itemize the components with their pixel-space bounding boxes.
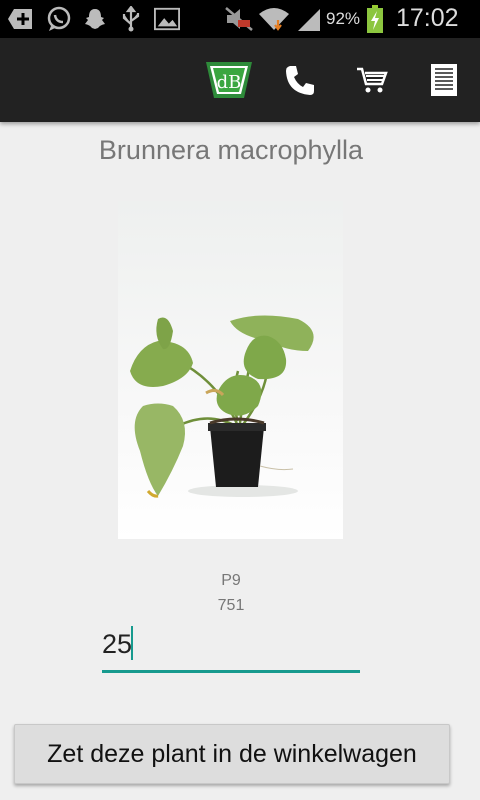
add-to-cart-button[interactable]: Zet deze plant in de winkelwagen: [14, 724, 450, 784]
product-image: [118, 201, 343, 539]
status-bar: 92% 17:02: [0, 0, 480, 38]
signal-icon: [296, 6, 322, 32]
logo-text: dB: [217, 72, 242, 93]
whatsapp-icon: [46, 6, 72, 32]
menu-icon[interactable]: [422, 60, 466, 100]
wifi-icon: [258, 6, 290, 32]
action-bar: dB: [0, 38, 480, 122]
snapchat-icon: [82, 6, 108, 32]
quantity-input[interactable]: [102, 624, 352, 664]
battery-percent: 92%: [326, 9, 361, 28]
image-icon: [154, 6, 180, 32]
logo-icon[interactable]: dB: [204, 60, 254, 100]
pot-size-label: P9: [221, 572, 241, 589]
page-title: Brunnera macrophylla: [98, 135, 364, 165]
usb-icon: [118, 6, 144, 32]
status-clock: 17:02: [396, 4, 459, 32]
battery-charging-icon: [366, 5, 384, 33]
plus-icon: [8, 6, 34, 32]
phone-icon[interactable]: [278, 60, 322, 100]
quantity-field: [102, 624, 360, 673]
cart-icon[interactable]: [350, 60, 394, 100]
text-cursor: [131, 626, 133, 660]
mute-icon: [224, 6, 254, 32]
product-code-label: 751: [217, 597, 245, 614]
